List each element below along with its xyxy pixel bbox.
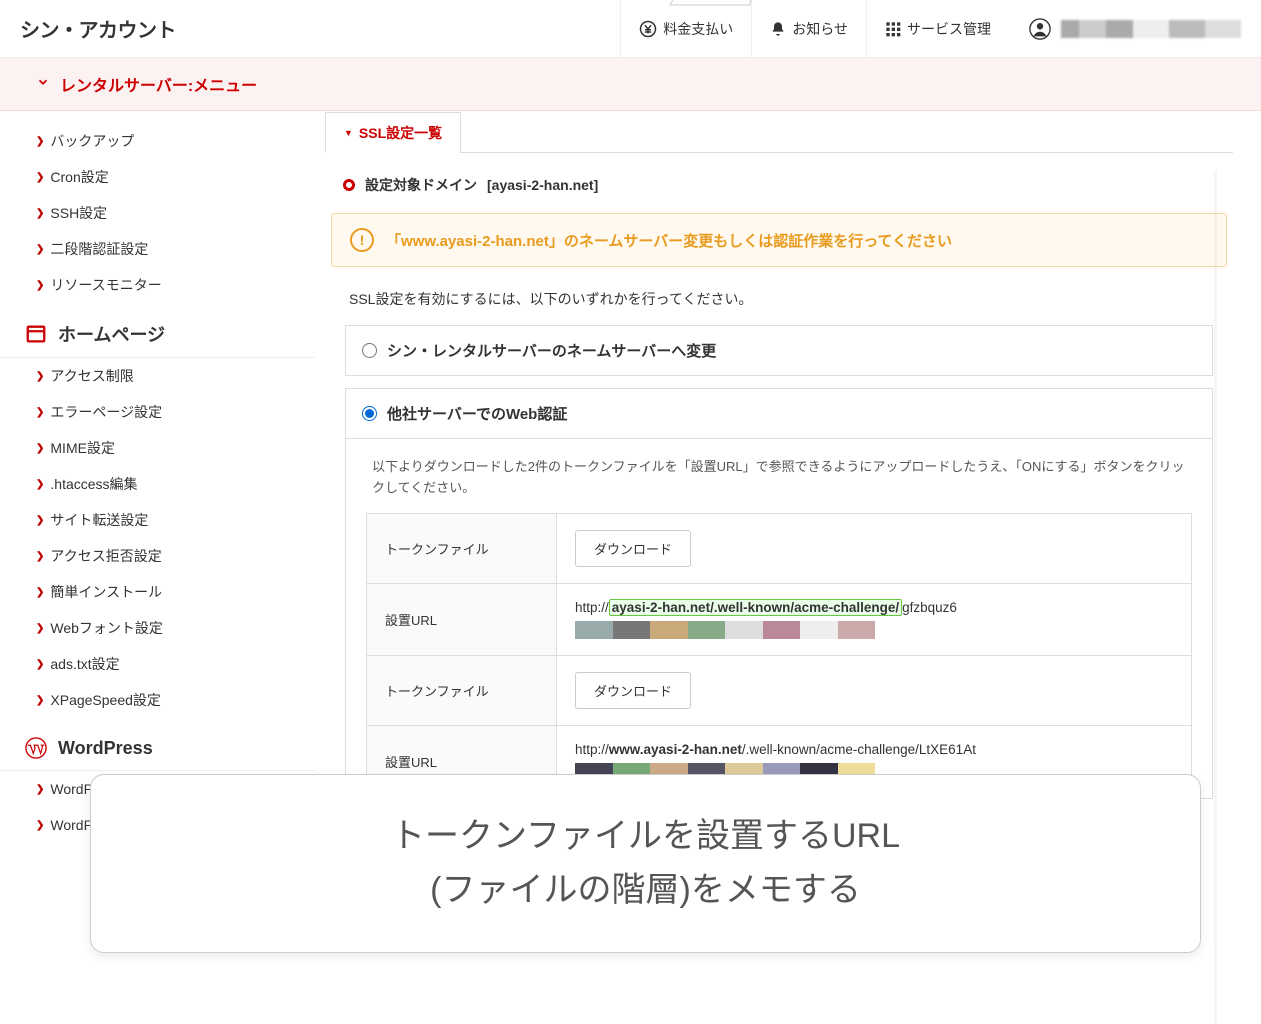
download-button[interactable]: ダウンロード (575, 672, 691, 709)
bullet-icon (343, 179, 355, 191)
chevron-right-icon: ❯ (36, 443, 44, 454)
table-row: トークンファイル ダウンロード (367, 513, 1192, 583)
triangle-down-icon: ▼ (344, 128, 353, 138)
homepage-icon (24, 322, 48, 346)
sidebar-item-g2-3[interactable]: ❯.htaccess編集 (0, 466, 315, 502)
sidebar-item-g2-8[interactable]: ❯ads.txt設定 (0, 646, 315, 682)
sidebar-item-g1-0[interactable]: ❯バックアップ (0, 123, 315, 159)
bell-icon (770, 21, 786, 37)
tab-ssl-list[interactable]: ▼ SSL設定一覧 (325, 112, 461, 153)
chevron-right-icon: ❯ (36, 407, 44, 418)
sidebar-item-g2-2[interactable]: ❯MIME設定 (0, 430, 315, 466)
nav-pay[interactable]: 料金支払い (620, 0, 751, 58)
chevron-down-icon (36, 75, 50, 94)
sidebar-item-g2-5[interactable]: ❯アクセス拒否設定 (0, 538, 315, 574)
download-button[interactable]: ダウンロード (575, 530, 691, 567)
sidebar-item-g2-9[interactable]: ❯XPageSpeed設定 (0, 682, 315, 718)
sidebar-item-g1-2[interactable]: ❯SSH設定 (0, 195, 315, 231)
blurred-text (575, 621, 875, 639)
token-table: トークンファイル ダウンロード 設置URL http://ayasi-2-han… (366, 513, 1192, 798)
warning-icon: ! (350, 228, 374, 252)
nav-service[interactable]: サービス管理 (866, 0, 1009, 58)
user-name-blurred (1061, 20, 1241, 38)
user-menu[interactable] (1009, 18, 1241, 40)
cell-download: ダウンロード (557, 513, 1192, 583)
grid-icon (885, 21, 901, 37)
chevron-right-icon: ❯ (36, 515, 44, 526)
callout-bubble: トークンファイルを設置するURL (ファイルの階層)をメモする (90, 774, 1201, 953)
description: SSL設定を有効にするには、以下のいずれかを行ってください。 (325, 267, 1233, 325)
sidebar-item-g1-3[interactable]: ❯二段階認証設定 (0, 231, 315, 267)
table-row: トークンファイル ダウンロード (367, 655, 1192, 725)
chevron-right-icon: ❯ (36, 551, 44, 562)
sidebar-item-g2-1[interactable]: ❯エラーページ設定 (0, 394, 315, 430)
chevron-right-icon: ❯ (36, 695, 44, 706)
domain-line: 設定対象ドメイン [ayasi-2-han.net] (325, 153, 1233, 213)
sidebar-item-g1-1[interactable]: ❯Cron設定 (0, 159, 315, 195)
cell-label-token: トークンファイル (367, 513, 557, 583)
cell-label-url: 設置URL (367, 583, 557, 655)
header: シン・アカウント 料金支払い お知らせ サービス管理 (0, 0, 1261, 58)
web-auth-panel: 以下よりダウンロードした2件のトークンファイルを「設置URL」で参照できるように… (345, 439, 1213, 799)
alert-box: ! 「www.ayasi-2-han.net」のネームサーバー変更もしくは認証作… (331, 213, 1227, 267)
chevron-right-icon: ❯ (36, 371, 44, 382)
sidebar-cat-homepage[interactable]: ホームページ (0, 311, 315, 358)
yen-icon (639, 20, 657, 38)
chevron-right-icon: ❯ (36, 479, 44, 490)
sidebar: ❯バックアップ❯Cron設定❯SSH設定❯二段階認証設定❯リソースモニター ホー… (0, 115, 315, 843)
chevron-right-icon: ❯ (36, 136, 44, 147)
nav-notice[interactable]: お知らせ (751, 0, 866, 58)
sidebar-cat-wordpress[interactable]: WordPress (0, 726, 315, 771)
user-icon (1029, 18, 1051, 40)
radio-nameserver[interactable] (362, 343, 377, 358)
chevron-right-icon: ❯ (36, 784, 44, 795)
chevron-right-icon: ❯ (36, 820, 44, 831)
callout-line-2: (ファイルの階層)をメモする (111, 863, 1180, 917)
chevron-right-icon: ❯ (36, 659, 44, 670)
cell-label-token: トークンファイル (367, 655, 557, 725)
chevron-right-icon: ❯ (36, 208, 44, 219)
sidebar-item-g2-7[interactable]: ❯Webフォント設定 (0, 610, 315, 646)
chevron-right-icon: ❯ (36, 172, 44, 183)
wordpress-icon (24, 736, 48, 760)
option-web-auth[interactable]: 他社サーバーでのWeb認証 (345, 388, 1213, 439)
cell-download: ダウンロード (557, 655, 1192, 725)
chevron-right-icon: ❯ (36, 280, 44, 291)
inner-desc: 以下よりダウンロードした2件のトークンファイルを「設置URL」で参照できるように… (366, 457, 1192, 499)
sidebar-item-g1-4[interactable]: ❯リソースモニター (0, 267, 315, 303)
logo: シン・アカウント (20, 14, 176, 43)
sidebar-item-g2-0[interactable]: ❯アクセス制限 (0, 358, 315, 394)
radio-web-auth[interactable] (362, 406, 377, 421)
chevron-right-icon: ❯ (36, 623, 44, 634)
main-content: ▼ SSL設定一覧 設定対象ドメイン [ayasi-2-han.net] ! 「… (315, 115, 1261, 843)
sidebar-item-g2-4[interactable]: ❯サイト転送設定 (0, 502, 315, 538)
chevron-right-icon: ❯ (36, 244, 44, 255)
cell-url-1: http://ayasi-2-han.net/.well-known/acme-… (557, 583, 1192, 655)
chevron-right-icon: ❯ (36, 587, 44, 598)
table-row: 設置URL http://ayasi-2-han.net/.well-known… (367, 583, 1192, 655)
callout-line-1: トークンファイルを設置するURL (111, 809, 1180, 863)
scrollbar-hint (1214, 170, 1217, 1024)
submenu-bar[interactable]: レンタルサーバー:メニュー (0, 58, 1261, 111)
option-nameserver[interactable]: シン・レンタルサーバーのネームサーバーへ変更 (345, 325, 1213, 376)
sidebar-item-g2-6[interactable]: ❯簡単インストール (0, 574, 315, 610)
tab-row: ▼ SSL設定一覧 (325, 111, 1233, 153)
